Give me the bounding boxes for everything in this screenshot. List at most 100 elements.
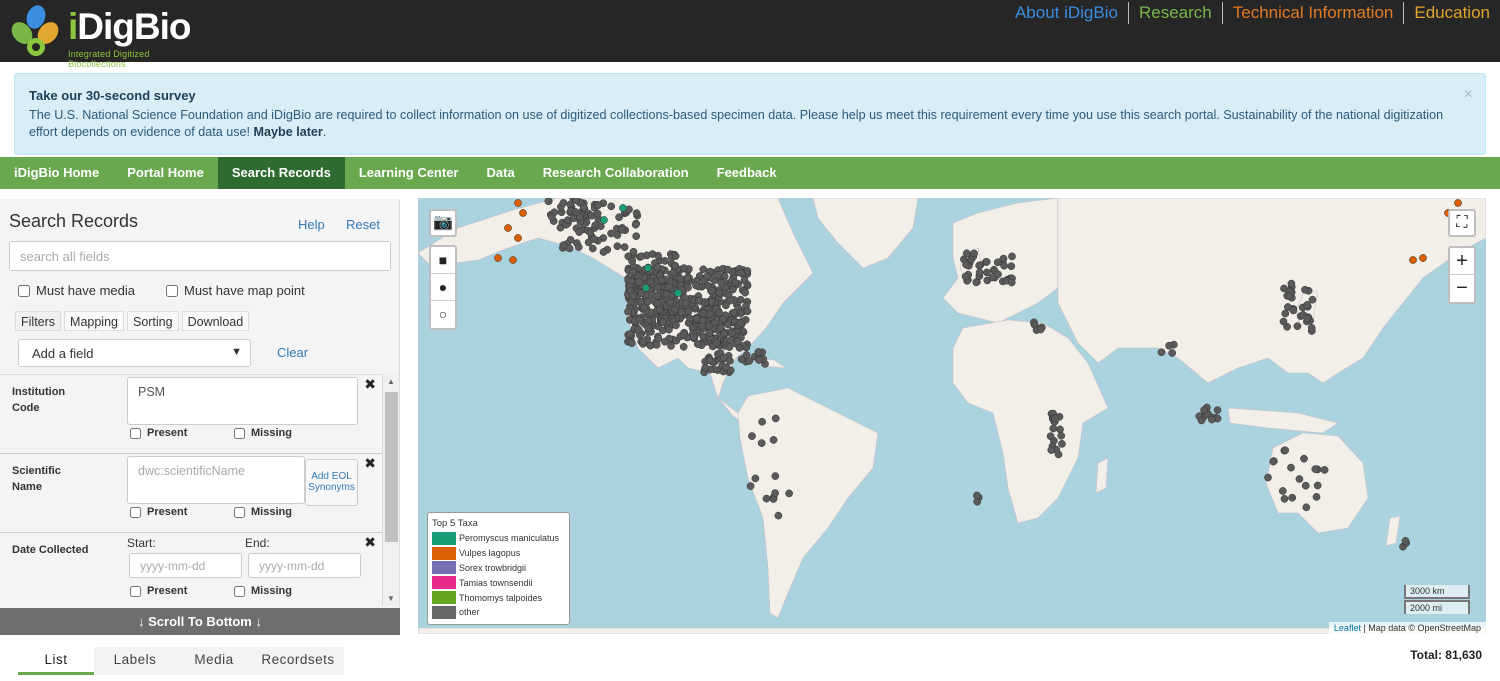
specimen-point[interactable] xyxy=(1157,348,1166,357)
specimen-point[interactable] xyxy=(1213,406,1222,414)
remove-filter-icon[interactable]: ✖ xyxy=(364,534,376,551)
specimen-point[interactable] xyxy=(655,305,664,314)
add-field-select[interactable]: Add a field ▼ xyxy=(18,339,251,367)
specimen-point[interactable] xyxy=(1281,309,1290,318)
specimen-point[interactable] xyxy=(613,242,622,251)
specimen-point-peromyscus[interactable] xyxy=(619,204,627,212)
scientific-name-field[interactable]: dwc:scientificName xyxy=(127,456,305,504)
must-have-map-point-box[interactable] xyxy=(166,284,178,297)
specimen-point[interactable] xyxy=(653,291,662,300)
specimen-point[interactable] xyxy=(771,414,780,423)
specimen-point[interactable] xyxy=(632,232,641,241)
specimen-point[interactable] xyxy=(666,298,674,307)
specimen-point[interactable] xyxy=(607,229,615,238)
mainnav-data[interactable]: Data xyxy=(473,157,529,189)
specimen-point[interactable] xyxy=(1301,481,1310,490)
specimen-point[interactable] xyxy=(1302,503,1311,512)
specimen-point[interactable] xyxy=(634,278,643,286)
specimen-point[interactable] xyxy=(669,268,678,277)
specimen-point[interactable] xyxy=(1308,295,1317,304)
tab-sorting[interactable]: Sorting xyxy=(126,311,179,331)
remove-filter-icon[interactable]: ✖ xyxy=(364,455,376,472)
specimen-point[interactable] xyxy=(1264,473,1272,482)
scroll-to-bottom-button[interactable]: ↓ Scroll To Bottom ↓ xyxy=(0,608,400,635)
specimen-point[interactable] xyxy=(635,316,644,324)
specimen-point[interactable] xyxy=(1046,432,1055,441)
specimen-point[interactable] xyxy=(1007,262,1016,271)
specimen-point[interactable] xyxy=(677,308,686,316)
fullscreen-icon[interactable]: ⛶ xyxy=(1448,209,1476,237)
specimen-point[interactable] xyxy=(715,308,724,317)
missing-box[interactable] xyxy=(234,506,245,518)
remove-filter-icon[interactable]: ✖ xyxy=(364,376,376,393)
specimen-point[interactable] xyxy=(631,220,640,229)
specimen-point[interactable] xyxy=(751,474,760,483)
specimen-point[interactable] xyxy=(684,283,692,292)
specimen-point[interactable] xyxy=(640,303,648,312)
specimen-point[interactable] xyxy=(1307,324,1316,332)
specimen-point[interactable] xyxy=(1200,406,1208,414)
specimen-point[interactable] xyxy=(572,198,581,205)
specimen-point[interactable] xyxy=(629,292,637,300)
specimen-point[interactable] xyxy=(559,199,568,207)
specimen-point-vulpes[interactable] xyxy=(504,224,512,232)
specimen-point[interactable] xyxy=(740,276,749,285)
specimen-point[interactable] xyxy=(755,356,763,364)
mainnav-learning-center[interactable]: Learning Center xyxy=(345,157,473,189)
specimen-point[interactable] xyxy=(659,318,667,326)
present-box[interactable] xyxy=(130,506,141,518)
scrollbar-thumb[interactable] xyxy=(385,392,398,542)
specimen-point[interactable] xyxy=(637,252,646,261)
maybe-later-link[interactable]: Maybe later xyxy=(254,125,323,139)
specimen-point[interactable] xyxy=(731,278,740,287)
specimen-point[interactable] xyxy=(625,330,634,338)
specimen-point[interactable] xyxy=(548,213,556,222)
specimen-point[interactable] xyxy=(698,316,707,325)
specimen-point[interactable] xyxy=(720,329,729,338)
specimen-point[interactable] xyxy=(1320,466,1329,474)
specimen-point[interactable] xyxy=(705,310,714,319)
tab-mapping[interactable]: Mapping xyxy=(64,311,124,331)
specimen-point[interactable] xyxy=(708,286,716,295)
nav-research[interactable]: Research xyxy=(1127,2,1222,24)
specimen-point[interactable] xyxy=(725,343,734,351)
specimen-point[interactable] xyxy=(733,337,742,346)
specimen-point[interactable] xyxy=(726,357,734,365)
specimen-point[interactable] xyxy=(1049,424,1058,433)
must-have-media-box[interactable] xyxy=(18,284,30,297)
specimen-point[interactable] xyxy=(736,319,745,328)
specimen-point[interactable] xyxy=(1165,341,1173,350)
specimen-point[interactable] xyxy=(1287,279,1296,288)
specimen-point[interactable] xyxy=(665,282,673,291)
specimen-point[interactable] xyxy=(679,330,688,339)
close-icon[interactable]: × xyxy=(1464,86,1473,104)
specimen-point[interactable] xyxy=(771,472,780,480)
specimen-point[interactable] xyxy=(1300,454,1308,463)
tab-list[interactable]: List xyxy=(18,647,94,675)
specimen-point[interactable] xyxy=(1401,537,1410,545)
present-box[interactable] xyxy=(130,585,141,597)
specimen-point-vulpes[interactable] xyxy=(494,254,502,262)
specimen-point[interactable] xyxy=(671,252,680,260)
specimen-point[interactable] xyxy=(1058,440,1066,448)
specimen-point[interactable] xyxy=(613,231,622,239)
specimen-point[interactable] xyxy=(615,213,623,222)
specimen-point[interactable] xyxy=(994,270,1002,279)
specimen-point[interactable] xyxy=(1057,431,1066,440)
missing-box[interactable] xyxy=(234,427,245,439)
specimen-point[interactable] xyxy=(762,494,771,503)
specimen-point[interactable] xyxy=(629,267,637,276)
add-eol-synonyms-button[interactable]: Add EOL Synonyms xyxy=(305,459,358,506)
specimen-point[interactable] xyxy=(745,357,754,365)
specimen-point[interactable] xyxy=(681,299,690,308)
specimen-point[interactable] xyxy=(714,271,722,279)
nav-technical-information[interactable]: Technical Information xyxy=(1221,2,1404,24)
date-end-input[interactable]: yyyy-mm-dd xyxy=(248,553,361,578)
specimen-point[interactable] xyxy=(1279,317,1288,326)
specimen-point[interactable] xyxy=(679,342,688,351)
specimen-point[interactable] xyxy=(769,436,778,444)
specimen-point[interactable] xyxy=(1293,322,1302,331)
specimen-point[interactable] xyxy=(982,258,991,266)
specimen-point[interactable] xyxy=(699,265,708,274)
specimen-point[interactable] xyxy=(705,321,713,330)
